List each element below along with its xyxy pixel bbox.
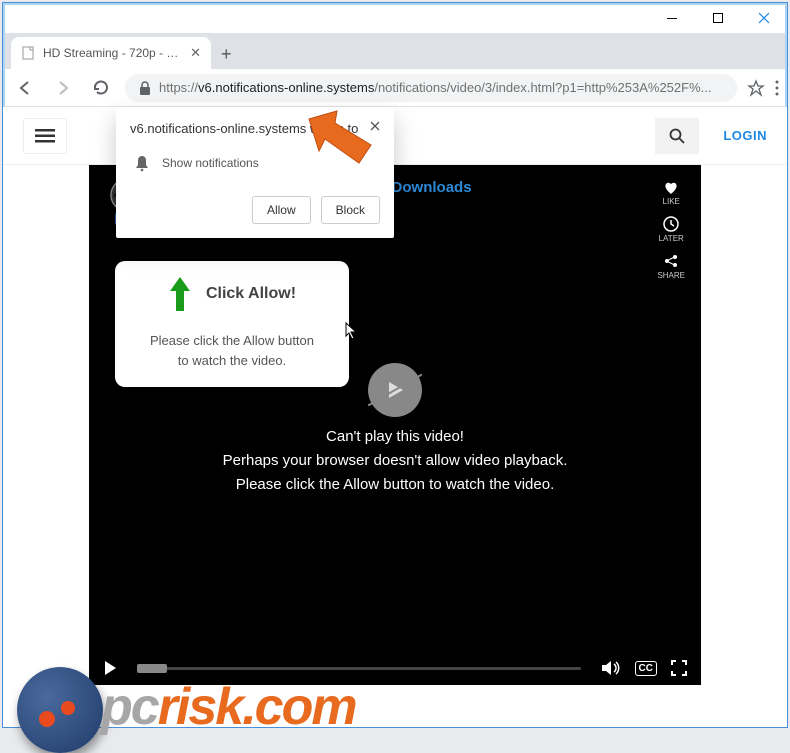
window-close-button[interactable] xyxy=(741,3,787,33)
clock-icon xyxy=(663,216,679,232)
share-icon xyxy=(663,253,679,269)
search-icon xyxy=(669,128,685,144)
notification-message: Show notifications xyxy=(162,156,259,170)
reload-button[interactable] xyxy=(87,79,115,97)
mouse-cursor-icon xyxy=(345,322,359,340)
watermark-text-1: pc xyxy=(101,678,158,736)
player-message: Can't play this video! Perhaps your brow… xyxy=(89,425,701,497)
msg-line2: Perhaps your browser doesn't allow video… xyxy=(89,449,701,473)
close-icon xyxy=(758,12,770,24)
search-button[interactable] xyxy=(655,118,699,154)
minimize-icon xyxy=(667,18,677,19)
block-button[interactable]: Block xyxy=(321,196,380,224)
reload-icon xyxy=(92,79,110,97)
maximize-icon xyxy=(713,13,723,23)
msg-line3: Please click the Allow button to watch t… xyxy=(89,473,701,497)
page-icon xyxy=(21,46,35,60)
heart-icon xyxy=(663,181,679,195)
address-bar: https://v6.notifications-online.systems/… xyxy=(3,69,787,107)
volume-icon xyxy=(601,660,621,676)
watermark-text-2: risk.com xyxy=(158,678,356,736)
video-player: HD HD Streaming - 720p - Unlimited Downl… xyxy=(89,165,701,685)
browser-window: HD Streaming - 720p - Unlimited ✕ + http… xyxy=(2,2,788,728)
bookmark-button[interactable] xyxy=(747,79,765,97)
player-container: HD HD Streaming - 720p - Unlimited Downl… xyxy=(3,165,787,685)
cc-button[interactable]: CC xyxy=(635,661,657,676)
watermark: pcrisk.com xyxy=(21,659,276,719)
later-button[interactable]: LATER xyxy=(657,216,685,243)
msg-line1: Can't play this video! xyxy=(89,425,701,449)
browser-menu-button[interactable] xyxy=(775,80,779,96)
lock-icon xyxy=(139,81,151,95)
notification-actions: Allow Block xyxy=(130,196,380,224)
tab-strip: HD Streaming - 720p - Unlimited ✕ + xyxy=(3,33,787,69)
tab-close-button[interactable]: ✕ xyxy=(190,45,201,61)
share-button[interactable]: SHARE xyxy=(657,253,685,280)
forward-button[interactable] xyxy=(49,79,77,97)
window-titlebar xyxy=(3,3,787,33)
maximize-button[interactable] xyxy=(695,3,741,33)
bell-icon xyxy=(134,154,150,172)
fullscreen-button[interactable] xyxy=(671,660,687,676)
click-allow-card: Click Allow! Please click the Allow butt… xyxy=(115,261,349,387)
allow-card-header: Click Allow! xyxy=(131,275,333,313)
new-tab-button[interactable]: + xyxy=(221,45,232,69)
pointer-arrow-icon xyxy=(301,107,379,169)
like-button[interactable]: LIKE xyxy=(657,181,685,206)
page-content: LOGIN v6.notifications-online.systems wa… xyxy=(3,107,787,727)
fullscreen-icon xyxy=(671,660,687,676)
arrow-right-icon xyxy=(54,79,72,97)
url-input[interactable]: https://v6.notifications-online.systems/… xyxy=(125,74,737,102)
arrow-up-icon xyxy=(168,275,192,313)
back-button[interactable] xyxy=(11,79,39,97)
menu-button[interactable] xyxy=(23,118,67,154)
hamburger-icon xyxy=(35,129,55,143)
watermark-logo-icon xyxy=(17,667,103,753)
allow-button[interactable]: Allow xyxy=(252,196,311,224)
player-side-actions: LIKE LATER SHARE xyxy=(657,177,685,280)
header-actions: LOGIN xyxy=(655,118,767,154)
dots-vertical-icon xyxy=(775,80,779,96)
controls-right: CC xyxy=(601,660,687,676)
minimize-button[interactable] xyxy=(649,3,695,33)
url-text: https://v6.notifications-online.systems/… xyxy=(159,80,711,95)
play-icon xyxy=(384,379,406,401)
volume-button[interactable] xyxy=(601,660,621,676)
arrow-left-icon xyxy=(16,79,34,97)
allow-card-title: Click Allow! xyxy=(206,285,296,303)
tab-title: HD Streaming - 720p - Unlimited xyxy=(43,46,182,60)
play-disabled-icon xyxy=(368,363,422,417)
login-link[interactable]: LOGIN xyxy=(723,128,767,143)
browser-tab[interactable]: HD Streaming - 720p - Unlimited ✕ xyxy=(11,37,211,69)
allow-card-subtitle: Please click the Allow button to watch t… xyxy=(131,331,333,370)
star-icon xyxy=(747,79,765,97)
